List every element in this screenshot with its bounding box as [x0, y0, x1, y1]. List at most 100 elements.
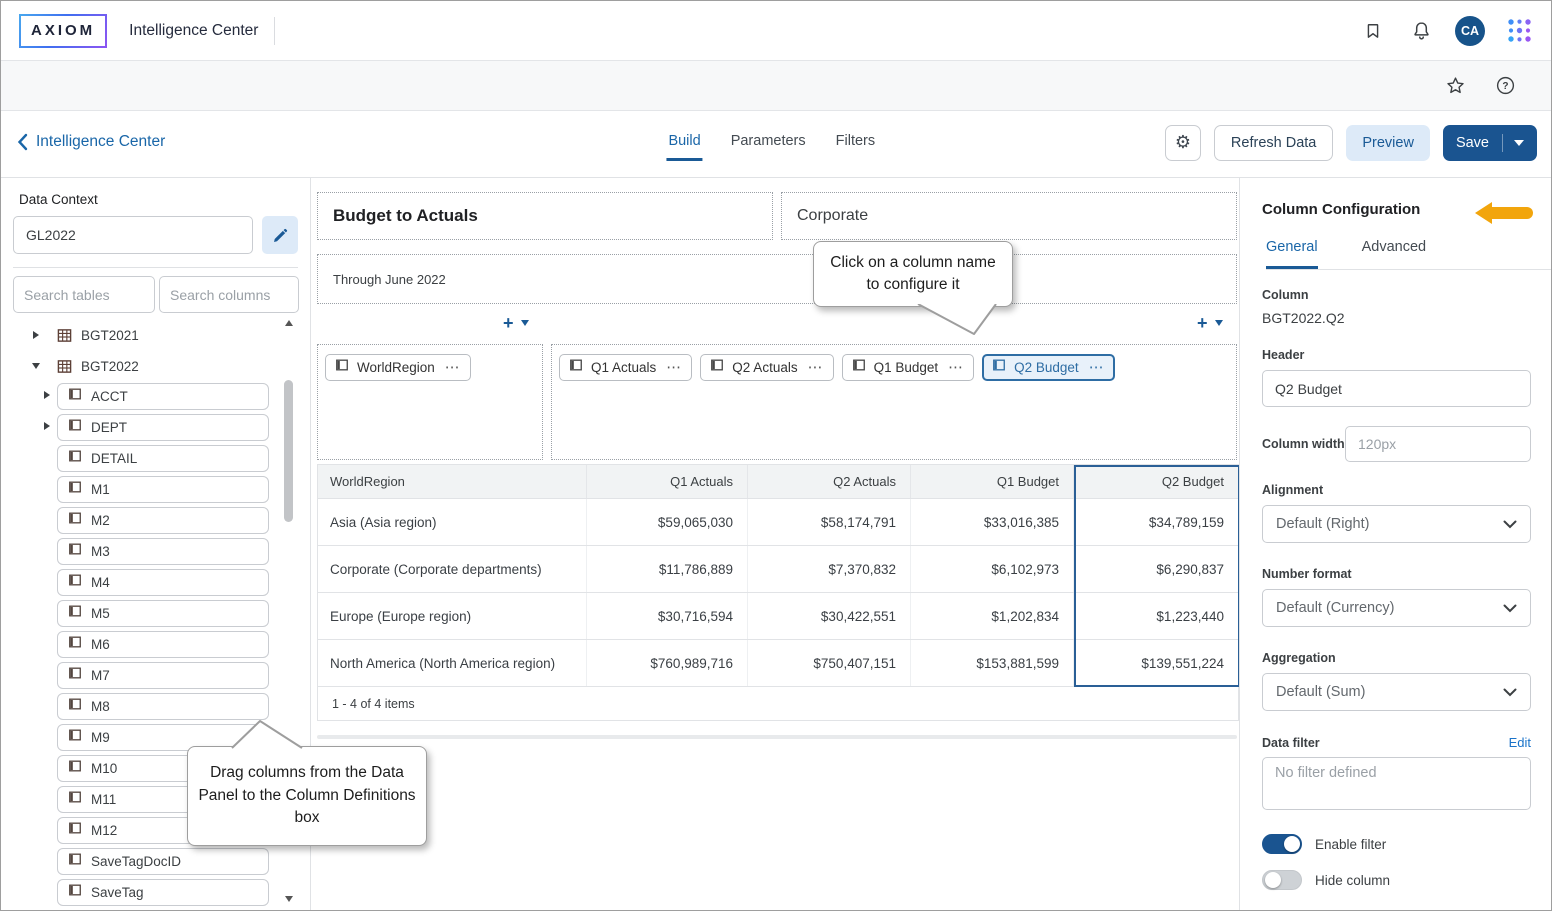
column-chip-m2[interactable]: M2 — [57, 507, 269, 534]
plus-icon[interactable]: + — [1197, 314, 1208, 332]
help-icon[interactable]: ? — [1491, 72, 1519, 100]
row-definitions-box[interactable]: WorldRegion⋯ — [317, 344, 543, 460]
number-format-select[interactable]: Default (Currency) — [1262, 589, 1531, 627]
column-chip-acct[interactable]: ACCT — [57, 383, 269, 410]
config-tab-general[interactable]: General — [1266, 239, 1318, 269]
column-chip-detail[interactable]: DETAIL — [57, 445, 269, 472]
definition-chip-q1-budget[interactable]: Q1 Budget⋯ — [842, 354, 975, 381]
save-button[interactable]: Save — [1443, 125, 1537, 161]
callout-tail — [230, 719, 310, 749]
favorite-star-icon[interactable] — [1441, 72, 1469, 100]
search-columns-input[interactable] — [159, 276, 299, 313]
report-header-right-box[interactable]: Corporate — [781, 192, 1237, 240]
column-icon — [68, 821, 82, 840]
refresh-data-button[interactable]: Refresh Data — [1214, 125, 1333, 161]
definition-chip-q1-actuals[interactable]: Q1 Actuals ⋯ — [559, 354, 692, 381]
enable-filter-toggle[interactable] — [1262, 834, 1302, 854]
header-input[interactable] — [1262, 370, 1531, 407]
enable-filter-label: Enable filter — [1315, 837, 1386, 852]
caret-right-icon[interactable] — [30, 331, 42, 339]
chevron-down-icon[interactable] — [1215, 320, 1223, 326]
add-row-definition-control[interactable]: + — [503, 314, 529, 332]
drag-callout-text: Drag columns from the Data Panel to the … — [198, 762, 416, 829]
horizontal-scrollbar[interactable] — [317, 735, 1237, 739]
column-width-input[interactable] — [1345, 426, 1531, 462]
definition-chip-worldregion[interactable]: WorldRegion⋯ — [325, 354, 471, 381]
grid-cell: North America (North America region) — [318, 640, 587, 686]
grid-row: Corporate (Corporate departments)$11,786… — [318, 545, 1238, 592]
add-column-definition-control[interactable]: + — [1197, 314, 1223, 332]
aggregation-select[interactable]: Default (Sum) — [1262, 673, 1531, 711]
search-tables-input[interactable] — [13, 276, 155, 313]
data-filter-input[interactable] — [1262, 757, 1531, 810]
report-title-box[interactable]: Budget to Actuals — [317, 192, 773, 240]
tab-build[interactable]: Build — [666, 131, 702, 161]
chip-menu-icon[interactable]: ⋯ — [808, 360, 824, 375]
preview-button[interactable]: Preview — [1346, 125, 1430, 161]
grid-header-cell-q1-actuals[interactable]: Q1 Actuals — [587, 465, 748, 498]
column-definitions-box[interactable]: Q1 Actuals⋯Q2 Actuals⋯Q1 Budget⋯Q2 Budge… — [551, 344, 1237, 460]
definition-chip-q2-budget[interactable]: Q2 Budget⋯ — [982, 354, 1115, 381]
data-filter-label: Data filter — [1262, 736, 1320, 750]
grid-header-cell-q2-budget[interactable]: Q2 Budget — [1074, 465, 1238, 498]
edit-filter-link[interactable]: Edit — [1509, 735, 1531, 750]
column-chip-m1[interactable]: M1 — [57, 476, 269, 503]
chevron-down-icon[interactable] — [1514, 140, 1524, 146]
chip-label: Q1 Actuals — [591, 360, 656, 375]
definition-chip-q2-actuals[interactable]: Q2 Actuals⋯ — [700, 354, 833, 381]
column-callout-bubble: Click on a column name to configure it — [813, 241, 1013, 307]
scrollbar-thumb[interactable] — [284, 380, 293, 522]
chip-menu-icon[interactable]: ⋯ — [948, 360, 964, 375]
hide-column-toggle[interactable] — [1262, 870, 1302, 890]
svg-text:?: ? — [1502, 81, 1508, 92]
user-avatar[interactable]: CA — [1455, 16, 1485, 46]
back-link[interactable]: Intelligence Center — [17, 133, 165, 151]
report-subtitle-box[interactable]: Through June 2022 — [317, 254, 1237, 304]
column-chip-m4[interactable]: M4 — [57, 569, 269, 596]
column-chip-m5[interactable]: M5 — [57, 600, 269, 627]
tab-filters[interactable]: Filters — [834, 131, 877, 161]
scroll-down-icon[interactable] — [285, 896, 293, 902]
chip-menu-icon[interactable]: ⋯ — [666, 360, 682, 375]
column-icon — [569, 358, 583, 377]
edit-data-context-button[interactable] — [262, 216, 298, 254]
grid-row: North America (North America region)$760… — [318, 639, 1238, 686]
column-chip-savetag[interactable]: SaveTag — [57, 879, 269, 906]
column-name: M10 — [91, 761, 117, 776]
table-icon — [57, 328, 72, 343]
column-chip-m7[interactable]: M7 — [57, 662, 269, 689]
tree-table-bgt2022[interactable]: BGT2022 — [13, 352, 298, 380]
settings-button[interactable]: ⚙ — [1165, 125, 1201, 161]
caret-right-icon[interactable] — [41, 391, 53, 399]
bookmark-icon[interactable] — [1359, 17, 1387, 45]
notifications-bell-icon[interactable] — [1407, 17, 1435, 45]
chevron-down-icon[interactable] — [521, 320, 529, 326]
data-context-input[interactable] — [13, 216, 253, 254]
grid-header-cell-worldregion[interactable]: WorldRegion — [318, 465, 587, 498]
column-name: M6 — [91, 637, 110, 652]
column-chip-dept[interactable]: DEPT — [57, 414, 269, 441]
column-chip-m3[interactable]: M3 — [57, 538, 269, 565]
plus-icon[interactable]: + — [503, 314, 514, 332]
caret-down-icon[interactable] — [30, 363, 42, 369]
scroll-up-icon[interactable] — [285, 320, 293, 326]
grid-header-cell-q1-budget[interactable]: Q1 Budget — [911, 465, 1074, 498]
tree-column-item: M6 — [13, 631, 298, 662]
caret-right-icon[interactable] — [41, 422, 53, 430]
apps-grid-icon[interactable] — [1505, 17, 1533, 45]
column-chip-savetagdocid[interactable]: SaveTagDocID — [57, 848, 269, 875]
config-tab-advanced[interactable]: Advanced — [1362, 239, 1427, 269]
grid-cell: Europe (Europe region) — [318, 593, 587, 639]
column-name: M4 — [91, 575, 110, 590]
tree-column-item: M4 — [13, 569, 298, 600]
grid-header-cell-q2-actuals[interactable]: Q2 Actuals — [748, 465, 911, 498]
column-name: M11 — [91, 792, 116, 807]
tree-table-bgt2021[interactable]: BGT2021 — [13, 321, 298, 349]
chip-menu-icon[interactable]: ⋯ — [1089, 360, 1105, 375]
column-chip-m8[interactable]: M8 — [57, 693, 269, 720]
column-chip-m6[interactable]: M6 — [57, 631, 269, 658]
chip-menu-icon[interactable]: ⋯ — [445, 360, 461, 375]
report-toolbar: Intelligence Center Build Parameters Filte… — [1, 111, 1551, 177]
tab-parameters[interactable]: Parameters — [729, 131, 808, 161]
alignment-select[interactable]: Default (Right) — [1262, 505, 1531, 543]
